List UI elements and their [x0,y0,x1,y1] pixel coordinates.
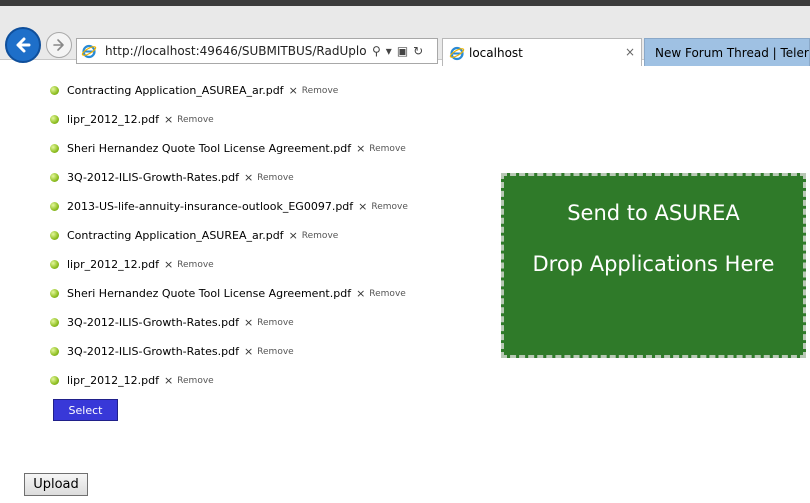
file-name: Contracting Application_ASUREA_ar.pdf [67,84,284,97]
remove-x-icon[interactable]: × [164,113,173,126]
tab-label: localhost [469,45,523,60]
file-name: 2013-US-life-annuity-insurance-outlook_E… [67,200,354,213]
remove-link[interactable]: Remove [302,231,339,241]
bullet-icon [50,347,59,356]
remove-x-icon[interactable]: × [289,229,298,242]
dropdown-icon[interactable]: ▾ [386,44,392,58]
file-name: lipr_2012_12.pdf [67,113,159,126]
remove-link[interactable]: Remove [371,202,408,212]
bullet-icon [50,202,59,211]
remove-x-icon[interactable]: × [356,142,365,155]
remove-x-icon[interactable]: × [289,84,298,97]
uploaded-file-list: Contracting Application_ASUREA_ar.pdf × Re… [50,76,408,395]
file-name: lipr_2012_12.pdf [67,258,159,271]
file-list-item: 3Q-2012-ILIS-Growth-Rates.pdf × Remove [50,163,408,192]
remove-link[interactable]: Remove [177,376,214,386]
remove-x-icon[interactable]: × [244,171,253,184]
drop-zone-title: Send to ASUREA [567,201,740,225]
file-list-item: Sheri Hernandez Quote Tool License Agree… [50,134,408,163]
file-list-item: Contracting Application_ASUREA_ar.pdf × Re… [50,76,408,105]
drop-zone-subtitle: Drop Applications Here [532,252,775,276]
bullet-icon [50,86,59,95]
close-icon[interactable]: × [625,45,635,59]
bullet-icon [50,231,59,240]
page-content: Contracting Application_ASUREA_ar.pdf × Re… [0,61,810,503]
remove-x-icon[interactable]: × [358,200,367,213]
file-list-item: Sheri Hernandez Quote Tool License Agree… [50,279,408,308]
file-list-item: lipr_2012_12.pdf × Remove [50,250,408,279]
remove-x-icon[interactable]: × [164,258,173,271]
select-button[interactable]: Select [53,399,118,421]
remove-link[interactable]: Remove [177,260,214,270]
file-name: 3Q-2012-ILIS-Growth-Rates.pdf [67,171,239,184]
remove-link[interactable]: Remove [257,318,294,328]
file-list-item: Contracting Application_ASUREA_ar.pdf × Re… [50,221,408,250]
file-name: 3Q-2012-ILIS-Growth-Rates.pdf [67,316,239,329]
remove-link[interactable]: Remove [302,86,339,96]
refresh-icon[interactable]: ↻ [413,44,423,58]
file-name: 3Q-2012-ILIS-Growth-Rates.pdf [67,345,239,358]
ie-logo-icon [449,46,465,60]
remove-link[interactable]: Remove [369,144,406,154]
bullet-icon [50,260,59,269]
bullet-icon [50,115,59,124]
remove-link[interactable]: Remove [369,289,406,299]
remove-x-icon[interactable]: × [244,345,253,358]
drop-zone[interactable]: Send to ASUREA Drop Applications Here [501,173,806,358]
file-list-item: 3Q-2012-ILIS-Growth-Rates.pdf × Remove [50,308,408,337]
back-button[interactable] [5,27,41,63]
tab-label: New Forum Thread | Teleri [655,45,810,60]
bullet-icon [50,173,59,182]
remove-link[interactable]: Remove [177,115,214,125]
remove-link[interactable]: Remove [257,347,294,357]
remove-x-icon[interactable]: × [244,316,253,329]
remove-x-icon[interactable]: × [164,374,173,387]
remove-x-icon[interactable]: × [356,287,365,300]
browser-chrome: http://localhost:49646/SUBMITBUS/RadUplo… [0,6,810,66]
file-name: Contracting Application_ASUREA_ar.pdf [67,229,284,242]
forward-button[interactable] [46,32,72,58]
upload-button[interactable]: Upload [24,473,88,496]
search-icon[interactable]: ⚲ [372,44,381,58]
ie-logo-icon [81,44,97,59]
bullet-icon [50,144,59,153]
back-arrow-icon [16,37,31,53]
bullet-icon [50,376,59,385]
file-list-item: lipr_2012_12.pdf × Remove [50,105,408,134]
bullet-icon [50,289,59,298]
compatibility-icon[interactable]: ▣ [397,44,408,58]
remove-link[interactable]: Remove [257,173,294,183]
file-name: Sheri Hernandez Quote Tool License Agree… [67,287,352,300]
file-list-item: lipr_2012_12.pdf × Remove [50,366,408,395]
address-url[interactable]: http://localhost:49646/SUBMITBUS/RadUplo… [105,44,367,58]
bullet-icon [50,318,59,327]
file-list-item: 2013-US-life-annuity-insurance-outlook_E… [50,192,408,221]
file-name: Sheri Hernandez Quote Tool License Agree… [67,142,352,155]
file-name: lipr_2012_12.pdf [67,374,159,387]
file-list-item: 3Q-2012-ILIS-Growth-Rates.pdf × Remove [50,337,408,366]
forward-arrow-icon [53,39,64,51]
